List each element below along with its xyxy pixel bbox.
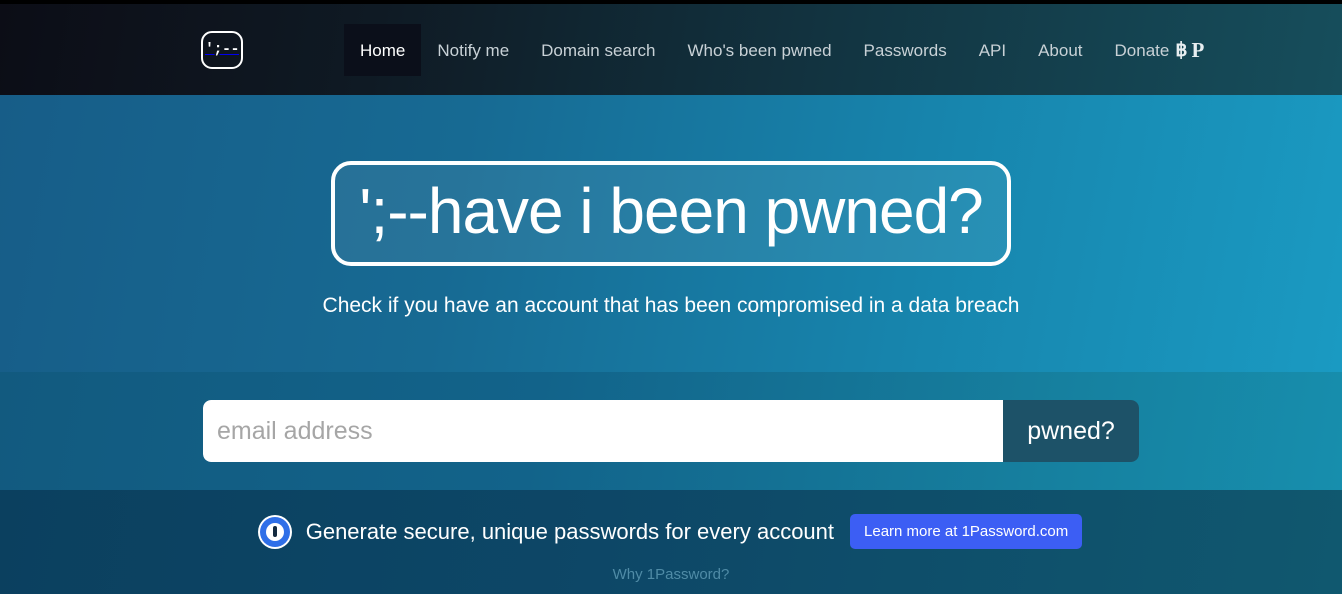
why-1password-link[interactable]: Why 1Password? (613, 567, 730, 582)
page-title: ';--have i been pwned? (359, 174, 984, 247)
donate-icons: ฿ P (1175, 39, 1204, 61)
main-navigation: ';-- Home Notify me Domain search Who's … (0, 4, 1342, 95)
1password-logo-icon (259, 516, 290, 547)
nav-item-home[interactable]: Home (344, 24, 422, 76)
nav-inner: ';-- Home Notify me Domain search Who's … (0, 24, 1220, 76)
nav-item-domain-search[interactable]: Domain search (525, 24, 671, 76)
learn-more-1password-button[interactable]: Learn more at 1Password.com (850, 514, 1083, 549)
nav-item-notify-me-label: Notify me (437, 40, 510, 60)
nav-item-whos-been-pwned[interactable]: Who's been pwned (671, 24, 847, 76)
promo-row: Generate secure, unique passwords for ev… (259, 514, 1083, 549)
nav-item-whos-been-pwned-label: Who's been pwned (687, 40, 832, 60)
email-search-input[interactable] (203, 400, 1003, 462)
nav-item-donate-label: Donate (1114, 40, 1170, 60)
paypal-icon[interactable]: P (1191, 39, 1204, 61)
nav-links: Home Notify me Domain search Who's been … (344, 24, 1220, 76)
nav-item-home-label: Home (360, 40, 406, 60)
promo-text: Generate secure, unique passwords for ev… (305, 518, 835, 544)
hero-section: ';--have i been pwned? Check if you have… (0, 95, 1342, 372)
nav-item-api[interactable]: API (963, 24, 1022, 76)
nav-item-passwords-label: Passwords (863, 40, 947, 60)
nav-item-domain-search-label: Domain search (541, 40, 656, 60)
hero-subtitle: Check if you have an account that has be… (322, 294, 1020, 317)
search-section: pwned? (0, 372, 1342, 490)
hibp-logo-icon[interactable]: ';-- (201, 31, 243, 69)
1password-logo-inner (265, 522, 284, 541)
nav-item-about-label: About (1038, 40, 1083, 60)
nav-item-donate[interactable]: Donate ฿ P (1099, 24, 1221, 76)
nav-item-about[interactable]: About (1022, 24, 1098, 76)
page-title-box: ';--have i been pwned? (331, 161, 1011, 266)
nav-item-notify-me[interactable]: Notify me (421, 24, 525, 76)
nav-item-passwords[interactable]: Passwords (848, 24, 963, 76)
hibp-logo-text: ';-- (204, 40, 240, 58)
search-form: pwned? (203, 400, 1139, 462)
page-root: ';-- Home Notify me Domain search Who's … (0, 0, 1342, 594)
promo-section: Generate secure, unique passwords for ev… (0, 490, 1342, 594)
pwned-submit-button[interactable]: pwned? (1003, 400, 1139, 462)
bitcoin-icon[interactable]: ฿ (1175, 41, 1187, 60)
nav-item-api-label: API (978, 40, 1007, 60)
